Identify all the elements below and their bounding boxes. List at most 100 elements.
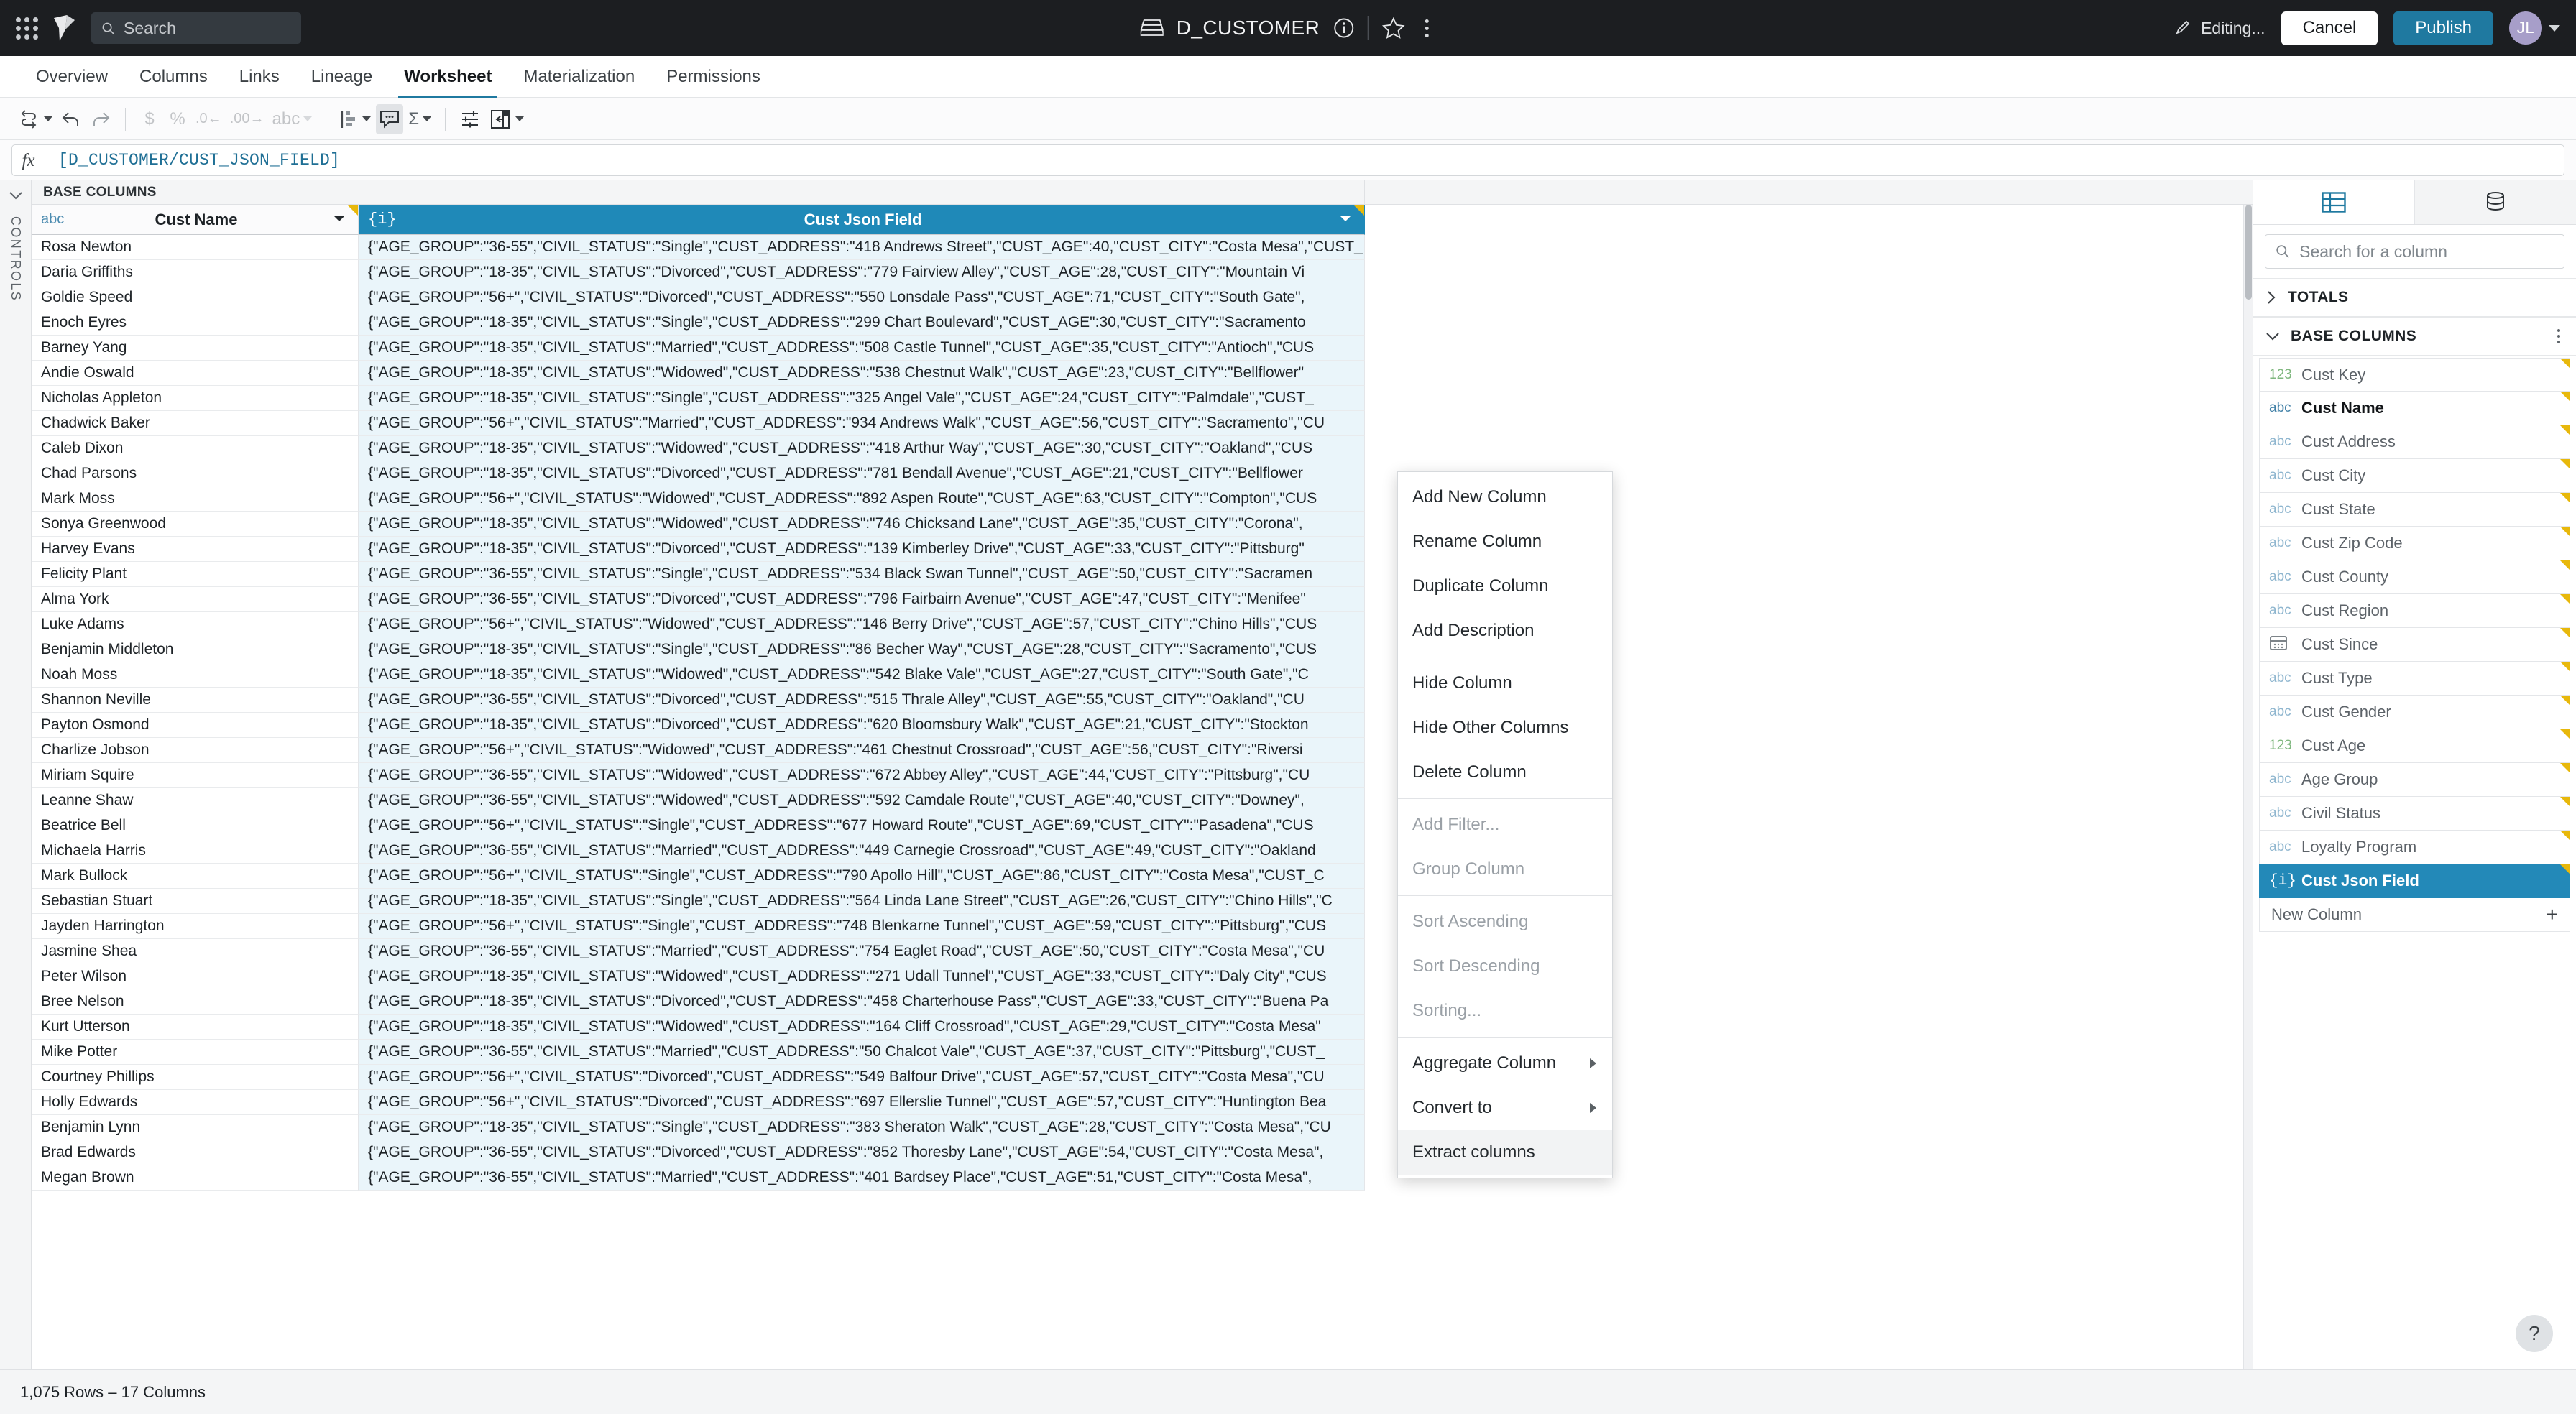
toolbar-sync-button[interactable] [16, 104, 55, 134]
cell-cust-json-field[interactable]: {"AGE_GROUP":"18-35","CIVIL_STATUS":"Sin… [359, 889, 1365, 914]
cell-cust-name[interactable]: Benjamin Lynn [32, 1115, 359, 1140]
cell-cust-name[interactable]: Harvey Evans [32, 537, 359, 562]
cell-cust-name[interactable]: Barney Yang [32, 336, 359, 361]
section-menu-icon[interactable] [2553, 325, 2564, 348]
cell-cust-json-field[interactable]: {"AGE_GROUP":"18-35","CIVIL_STATUS":"Wid… [359, 436, 1365, 461]
table-row[interactable]: Brad Edwards {"AGE_GROUP":"36-55","CIVIL_… [32, 1140, 2253, 1165]
menu-item-aggregate-column[interactable]: Aggregate Column [1398, 1041, 1612, 1086]
table-row[interactable]: Megan Brown {"AGE_GROUP":"36-55","CIVIL_S… [32, 1165, 2253, 1191]
table-row[interactable]: Benjamin Lynn {"AGE_GROUP":"18-35","CIVIL… [32, 1115, 2253, 1140]
column-search-input[interactable] [2299, 241, 2554, 262]
cell-cust-json-field[interactable]: {"AGE_GROUP":"56+","CIVIL_STATUS":"Divor… [359, 1090, 1365, 1115]
cell-cust-json-field[interactable]: {"AGE_GROUP":"56+","CIVIL_STATUS":"Divor… [359, 1065, 1365, 1090]
cell-cust-name[interactable]: Mark Bullock [32, 864, 359, 889]
search-input[interactable] [124, 18, 291, 38]
toolbar-undo-button[interactable] [58, 104, 85, 134]
add-new-column-row[interactable]: New Column + [2259, 898, 2570, 932]
menu-item-rename-column[interactable]: Rename Column [1398, 519, 1612, 564]
table-row[interactable]: Bree Nelson {"AGE_GROUP":"18-35","CIVIL_S… [32, 989, 2253, 1015]
cell-cust-name[interactable]: Nicholas Appleton [32, 386, 359, 411]
column-search[interactable] [2265, 234, 2564, 269]
column-list-item-cust-since[interactable]: Cust Since [2259, 628, 2570, 662]
column-list-item-cust-gender[interactable]: abc Cust Gender [2259, 696, 2570, 729]
cell-cust-json-field[interactable]: {"AGE_GROUP":"18-35","CIVIL_STATUS":"Sin… [359, 1115, 1365, 1140]
toolbar-settings-sliders-button[interactable] [456, 104, 484, 134]
cell-cust-json-field[interactable]: {"AGE_GROUP":"36-55","CIVIL_STATUS":"Wid… [359, 788, 1365, 813]
cell-cust-name[interactable]: Charlize Jobson [32, 738, 359, 763]
toolbar-align-button[interactable] [337, 104, 374, 134]
table-row[interactable]: Nicholas Appleton {"AGE_GROUP":"18-35","C… [32, 386, 2253, 411]
cell-cust-json-field[interactable]: {"AGE_GROUP":"36-55","CIVIL_STATUS":"Mar… [359, 1165, 1365, 1191]
column-list-item-cust-county[interactable]: abc Cust County [2259, 560, 2570, 594]
cell-cust-name[interactable]: Noah Moss [32, 662, 359, 688]
tab-worksheet[interactable]: Worksheet [388, 67, 507, 98]
column-list-item-cust-key[interactable]: 123 Cust Key [2259, 358, 2570, 392]
cell-cust-json-field[interactable]: {"AGE_GROUP":"56+","CIVIL_STATUS":"Singl… [359, 864, 1365, 889]
cell-cust-name[interactable]: Benjamin Middleton [32, 637, 359, 662]
menu-item-duplicate-column[interactable]: Duplicate Column [1398, 564, 1612, 609]
table-row[interactable]: Goldie Speed {"AGE_GROUP":"56+","CIVIL_ST… [32, 285, 2253, 310]
cell-cust-json-field[interactable]: {"AGE_GROUP":"36-55","CIVIL_STATUS":"Mar… [359, 838, 1365, 864]
table-row[interactable]: Peter Wilson {"AGE_GROUP":"18-35","CIVIL_… [32, 964, 2253, 989]
table-row[interactable]: Daria Griffiths {"AGE_GROUP":"18-35","CIV… [32, 260, 2253, 285]
cancel-button[interactable]: Cancel [2281, 11, 2378, 45]
cell-cust-name[interactable]: Andie Oswald [32, 361, 359, 386]
column-list-item-loyalty-program[interactable]: abc Loyalty Program [2259, 831, 2570, 864]
formula-value[interactable]: [D_CUSTOMER/CUST_JSON_FIELD] [45, 151, 340, 170]
table-row[interactable]: Michaela Harris {"AGE_GROUP":"36-55","CIV… [32, 838, 2253, 864]
publish-button[interactable]: Publish [2393, 11, 2493, 45]
menu-item-delete-column[interactable]: Delete Column [1398, 750, 1612, 795]
cell-cust-name[interactable]: Mark Moss [32, 486, 359, 512]
cell-cust-json-field[interactable]: {"AGE_GROUP":"18-35","CIVIL_STATUS":"Div… [359, 461, 1365, 486]
cell-cust-json-field[interactable]: {"AGE_GROUP":"18-35","CIVIL_STATUS":"Sin… [359, 310, 1365, 336]
user-menu[interactable]: JL [2509, 11, 2560, 45]
cell-cust-name[interactable]: Enoch Eyres [32, 310, 359, 336]
menu-item-hide-column[interactable]: Hide Column [1398, 661, 1612, 706]
cell-cust-json-field[interactable]: {"AGE_GROUP":"56+","CIVIL_STATUS":"Widow… [359, 738, 1365, 763]
app-grid-icon[interactable] [16, 17, 38, 40]
cell-cust-name[interactable]: Michaela Harris [32, 838, 359, 864]
cell-cust-json-field[interactable]: {"AGE_GROUP":"36-55","CIVIL_STATUS":"Mar… [359, 939, 1365, 964]
column-list-item-age-group[interactable]: abc Age Group [2259, 763, 2570, 797]
menu-item-extract-columns[interactable]: Extract columns [1398, 1130, 1612, 1175]
cell-cust-json-field[interactable]: {"AGE_GROUP":"36-55","CIVIL_STATUS":"Div… [359, 688, 1365, 713]
plus-icon[interactable]: + [2547, 905, 2558, 925]
cell-cust-name[interactable]: Daria Griffiths [32, 260, 359, 285]
cell-cust-json-field[interactable]: {"AGE_GROUP":"56+","CIVIL_STATUS":"Divor… [359, 285, 1365, 310]
cell-cust-name[interactable]: Courtney Phillips [32, 1065, 359, 1090]
toolbar-comment-button[interactable] [376, 103, 404, 134]
table-row[interactable]: Holly Edwards {"AGE_GROUP":"56+","CIVIL_S… [32, 1090, 2253, 1115]
cell-cust-name[interactable]: Beatrice Bell [32, 813, 359, 838]
table-row[interactable]: Payton Osmond {"AGE_GROUP":"18-35","CIVIL… [32, 713, 2253, 738]
cell-cust-name[interactable]: Peter Wilson [32, 964, 359, 989]
info-icon[interactable] [1333, 17, 1354, 39]
cell-cust-json-field[interactable]: {"AGE_GROUP":"18-35","CIVIL_STATUS":"Div… [359, 713, 1365, 738]
column-list-item-cust-age[interactable]: 123 Cust Age [2259, 729, 2570, 763]
cell-cust-name[interactable]: Jayden Harrington [32, 914, 359, 939]
controls-rail[interactable]: CONTROLS [0, 180, 32, 1369]
cell-cust-json-field[interactable]: {"AGE_GROUP":"36-55","CIVIL_STATUS":"Mar… [359, 1040, 1365, 1065]
cell-cust-json-field[interactable]: {"AGE_GROUP":"18-35","CIVIL_STATUS":"Sin… [359, 637, 1365, 662]
brand-logo-icon[interactable] [51, 14, 78, 42]
tab-database-view[interactable] [2414, 180, 2576, 224]
table-row[interactable]: Mark Moss {"AGE_GROUP":"56+","CIVIL_STATU… [32, 486, 2253, 512]
cell-cust-json-field[interactable]: {"AGE_GROUP":"18-35","CIVIL_STATUS":"Wid… [359, 361, 1365, 386]
cell-cust-name[interactable]: Leanne Shaw [32, 788, 359, 813]
cell-cust-json-field[interactable]: {"AGE_GROUP":"18-35","CIVIL_STATUS":"Div… [359, 989, 1365, 1015]
tab-materialization[interactable]: Materialization [507, 67, 650, 97]
table-row[interactable]: Courtney Phillips {"AGE_GROUP":"56+","CIV… [32, 1065, 2253, 1090]
cell-cust-json-field[interactable]: {"AGE_GROUP":"18-35","CIVIL_STATUS":"Sin… [359, 386, 1365, 411]
table-row[interactable]: Noah Moss {"AGE_GROUP":"18-35","CIVIL_STA… [32, 662, 2253, 688]
column-list-item-cust-city[interactable]: abc Cust City [2259, 459, 2570, 493]
star-icon[interactable] [1381, 17, 1405, 40]
tab-links[interactable]: Links [224, 67, 295, 97]
scrollbar-thumb[interactable] [2245, 205, 2252, 300]
menu-item-hide-other-columns[interactable]: Hide Other Columns [1398, 706, 1612, 750]
column-list-item-cust-type[interactable]: abc Cust Type [2259, 662, 2570, 696]
cell-cust-json-field[interactable]: {"AGE_GROUP":"56+","CIVIL_STATUS":"Marri… [359, 411, 1365, 436]
cell-cust-name[interactable]: Alma York [32, 587, 359, 612]
column-list-item-cust-region[interactable]: abc Cust Region [2259, 594, 2570, 628]
cell-cust-name[interactable]: Felicity Plant [32, 562, 359, 587]
cell-cust-json-field[interactable]: {"AGE_GROUP":"56+","CIVIL_STATUS":"Widow… [359, 486, 1365, 512]
tab-table-view[interactable] [2253, 180, 2414, 224]
